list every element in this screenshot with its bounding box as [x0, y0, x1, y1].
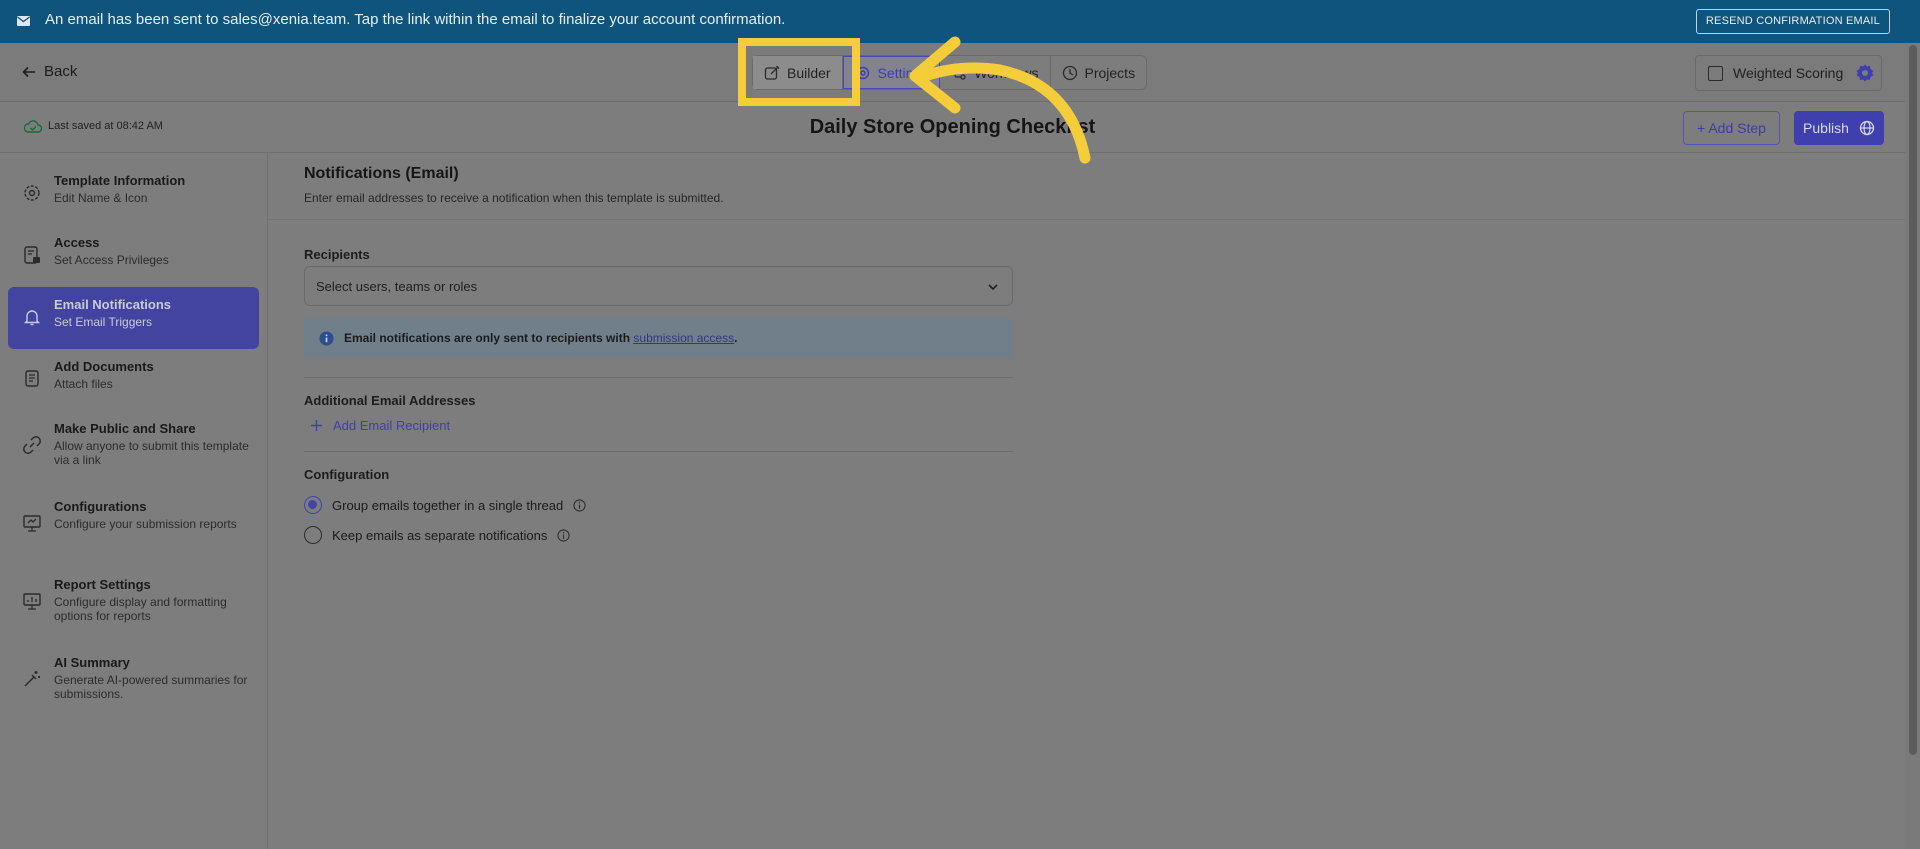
banner-message: An email has been sent to sales@xenia.te… [45, 11, 786, 28]
page-title: Daily Store Opening Checklist [809, 116, 1096, 138]
sidebar-item-subtitle: Allow anyone to submit this template via… [54, 439, 249, 467]
plus-icon [311, 420, 322, 431]
sidebar-item-title: Template Information [54, 173, 186, 188]
info-circle-icon[interactable] [573, 498, 586, 512]
configuration-label: Configuration [304, 467, 390, 482]
add-email-recipient-label: Add Email Recipient [333, 418, 451, 433]
report-icon [23, 593, 41, 610]
scrollbar-thumb[interactable] [1909, 45, 1917, 755]
title-row: Last saved at 08:42 AM Daily Store Openi… [0, 103, 1905, 153]
weighted-scoring-label: Weighted Scoring [1733, 65, 1844, 81]
page-scrollbar[interactable] [1905, 43, 1920, 849]
add-email-recipient-button[interactable]: Add Email Recipient [310, 418, 450, 433]
sidebar-item-subtitle: Attach files [54, 377, 113, 391]
back-label: Back [44, 63, 78, 80]
sidebar-item-subtitle: Set Email Triggers [54, 315, 153, 329]
tab-settings-label: Settings [877, 64, 929, 81]
sidebar-item-title: Access [54, 235, 100, 250]
publish-button[interactable]: Publish [1794, 111, 1884, 145]
sidebar-item-title: AI Summary [54, 655, 130, 670]
tab-projects[interactable]: Projects [1051, 56, 1147, 89]
documents-icon [25, 370, 39, 387]
confirmation-banner: An email has been sent to sales@xenia.te… [0, 0, 1920, 43]
section-heading: Notifications (Email) [304, 165, 459, 182]
sidebar-item-title: Configurations [54, 499, 147, 514]
sidebar-item-subtitle: Edit Name & Icon [54, 191, 148, 205]
settings-gear-button[interactable] [1848, 55, 1882, 91]
divider [304, 377, 1013, 378]
divider [304, 451, 1013, 452]
gear-icon [1856, 64, 1874, 82]
option-group-emails[interactable]: Group emails together in a single thread [304, 496, 586, 514]
option-label: Keep emails as separate notifications [332, 527, 548, 543]
sidebar-item-subtitle: Set Access Privileges [54, 253, 169, 267]
info-callout: Email notifications are only sent to rec… [304, 318, 1013, 358]
sidebar-item-subtitle: Configure display and formatting options… [54, 595, 227, 623]
presentation-icon [23, 515, 41, 532]
recipients-select[interactable]: Select users, teams or roles [304, 266, 1013, 306]
sidebar-item-ai-summary[interactable]: AI Summary Generate AI-powered summaries … [8, 645, 259, 717]
recipients-placeholder: Select users, teams or roles [316, 278, 478, 294]
top-toolbar: Back Builder Settings Workflows Projects… [0, 43, 1905, 102]
chevron-down-icon [988, 284, 998, 291]
sidebar-item-subtitle: Generate AI-powered summaries for submis… [54, 673, 248, 701]
submission-access-link[interactable]: submission access [633, 331, 734, 345]
info-text-wrap: Email notifications are only sent to rec… [344, 331, 737, 345]
sidebar-item-title: Make Public and Share [54, 421, 196, 436]
info-text-end: . [734, 331, 738, 345]
sidebar-item-report-settings[interactable]: Report Settings Configure display and for… [8, 567, 259, 639]
resend-confirmation-button[interactable]: RESEND CONFIRMATION EMAIL [1695, 9, 1890, 34]
sidebar-item-title: Add Documents [54, 359, 154, 374]
publish-label: Publish [1803, 120, 1849, 136]
globe-icon [1859, 120, 1875, 136]
divider [269, 219, 1905, 220]
arrow-left-icon [22, 66, 35, 77]
bell-icon [23, 310, 41, 326]
document-lock-icon [24, 246, 40, 264]
sidebar-item-subtitle: Configure your submission reports [54, 517, 237, 531]
magic-wand-icon [24, 671, 40, 687]
weighted-scoring-checkbox[interactable] [1708, 65, 1723, 81]
radio-group-emails[interactable] [304, 496, 322, 514]
sidebar-item-add-documents[interactable]: Add Documents Attach files [8, 349, 259, 411]
mail-icon [17, 16, 30, 26]
sidebar-item-title: Report Settings [54, 577, 151, 592]
radio-separate-emails[interactable] [304, 526, 322, 544]
option-separate-emails[interactable]: Keep emails as separate notifications [304, 526, 570, 544]
info-icon [319, 330, 334, 346]
gear-icon [24, 185, 40, 201]
sidebar-item-template-information[interactable]: Template Information Edit Name & Icon [8, 163, 259, 225]
tab-workflows-label: Workflows [974, 64, 1039, 81]
sidebar-item-title: Email Notifications [54, 297, 172, 312]
option-label: Group emails together in a single thread [332, 497, 564, 513]
tab-projects-label: Projects [1084, 64, 1136, 81]
sidebar-item-email-notifications[interactable]: Email Notifications Set Email Triggers [8, 287, 259, 349]
workflow-icon [952, 65, 966, 80]
recipients-label: Recipients [304, 247, 370, 262]
section-description: Enter email addresses to receive a notif… [304, 191, 724, 205]
additional-email-label: Additional Email Addresses [304, 393, 476, 408]
settings-sidebar: Template Information Edit Name & Icon Acc… [0, 153, 268, 849]
add-step-button[interactable]: + Add Step [1683, 111, 1780, 145]
info-text: Email notifications are only sent to rec… [344, 331, 634, 345]
info-circle-icon[interactable] [557, 528, 570, 542]
sidebar-item-configurations[interactable]: Configurations Configure your submission … [8, 489, 259, 561]
email-notifications-panel: Notifications (Email) Enter email addres… [269, 153, 1905, 849]
back-button[interactable]: Back [22, 63, 77, 80]
sidebar-item-access[interactable]: Access Set Access Privileges [8, 225, 259, 287]
clock-icon [1062, 65, 1077, 80]
tab-workflows[interactable]: Workflows [940, 56, 1051, 89]
sidebar-item-make-public-and-share[interactable]: Make Public and Share Allow anyone to sub… [8, 411, 259, 483]
link-icon [23, 436, 41, 454]
builder-highlight-box [738, 38, 860, 106]
